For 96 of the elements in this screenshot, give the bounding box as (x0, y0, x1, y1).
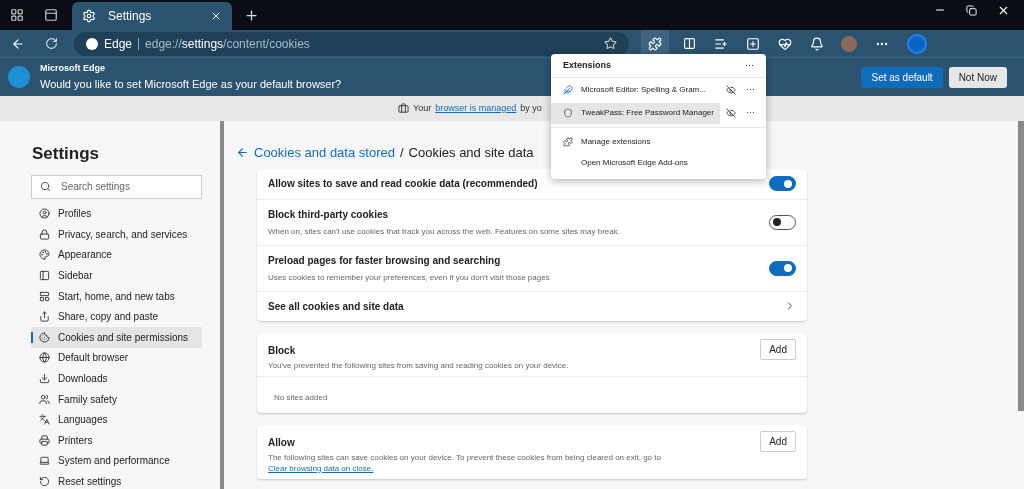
sidebar-item[interactable]: Reset settings (31, 471, 202, 489)
collections-icon[interactable] (746, 36, 760, 51)
section-title: Block (268, 343, 297, 358)
sidebar-item-icon (39, 455, 50, 467)
close-icon[interactable] (210, 10, 222, 22)
scrollbar-icon[interactable] (220, 121, 224, 489)
sidebar-item-icon (39, 476, 50, 487)
site-label: Edge (104, 35, 133, 53)
favorite-star-icon[interactable] (604, 37, 617, 50)
infobar-title: Microsoft Edge (40, 62, 105, 75)
more-options-button[interactable]: ··· (746, 106, 755, 120)
browser-essentials-icon[interactable] (778, 36, 792, 51)
scrollbar-icon[interactable] (1018, 121, 1024, 411)
sidebar-item[interactable]: Privacy, search, and services (31, 224, 202, 245)
sidebar-item-icon (39, 414, 50, 426)
sidebar-item[interactable]: Share, copy and paste (31, 306, 202, 328)
sidebar-title: Settings (32, 143, 101, 165)
sidebar-item-icon (39, 393, 50, 405)
search-field[interactable]: Search settings (31, 174, 202, 199)
menu-title: Extensions (563, 58, 611, 72)
sidebar-item[interactable]: Profiles (31, 203, 202, 225)
section-title: Allow (268, 435, 296, 450)
new-tab-icon[interactable] (244, 8, 259, 23)
section-description: The following sites can save cookies on your device. To prevent these cookies from being cleared on exit, go to Clear browsing data on close. (268, 451, 662, 474)
sidebar-item-icon (39, 208, 50, 220)
back-icon[interactable] (11, 36, 25, 51)
settings-icon (82, 9, 96, 23)
extension-icon (563, 85, 573, 95)
toggle-switch[interactable] (769, 176, 796, 191)
sidebar-item[interactable]: Default browser (31, 347, 202, 369)
sidebar-item-icon (39, 434, 50, 446)
breadcrumb-separator: / (399, 144, 404, 162)
extension-icon (563, 108, 573, 118)
search-icon (40, 181, 51, 192)
managed-text: Your (413, 101, 432, 115)
clear-data-link[interactable]: Clear browsing data on close. (268, 463, 374, 473)
page-title: Cookies and site data (408, 144, 534, 162)
notifications-icon[interactable] (810, 36, 824, 51)
back-icon[interactable] (236, 146, 249, 160)
puzzle-icon (563, 136, 573, 147)
briefcase-icon (398, 103, 409, 114)
puzzle-icon (648, 36, 662, 51)
more-options-button[interactable]: ··· (746, 83, 755, 97)
sidebar-item[interactable]: Sidebar (31, 265, 202, 286)
more-options-button[interactable]: ··· (745, 58, 754, 73)
add-button[interactable]: Add (760, 338, 796, 360)
setting-title: Block third-party cookies (268, 207, 390, 222)
sidebar-item-icon (39, 228, 50, 240)
split-screen-icon[interactable] (683, 37, 696, 50)
favorites-icon[interactable] (714, 36, 728, 51)
sidebar-item-icon (39, 290, 50, 302)
section-description: You've prevented the following sites from saving and reading cookies on your device. (268, 359, 570, 371)
sidebar-item[interactable]: System and performance (31, 450, 202, 472)
sidebar-item-icon (39, 352, 50, 364)
not-now-button[interactable]: Not Now (948, 66, 1007, 88)
managed-text: by yo (520, 101, 542, 115)
sidebar-item[interactable]: Family safety (31, 388, 202, 410)
sidebar-item[interactable]: Cookies and site permissions (31, 327, 202, 348)
tab-title: Settings (108, 8, 153, 25)
restore-icon[interactable] (966, 5, 977, 16)
breadcrumb-link[interactable]: Cookies and data stored (254, 143, 395, 163)
setting-title: Allow sites to save and read cookie data (recommended) (268, 177, 539, 191)
setting-description: Uses cookies to remember your preferences, even if you don't visit those pages (268, 271, 551, 284)
setting-title: Preload pages for faster browsing and searching (268, 253, 502, 268)
sidebar-item[interactable]: Start, home, and new tabs (31, 285, 202, 307)
workspaces-icon[interactable] (10, 8, 24, 22)
address-field[interactable]: Edge edge://settings/content/cookies (74, 31, 629, 56)
menu-item[interactable]: Manage extensions (551, 131, 766, 152)
infobar-message: Would you like to set Microsoft Edge as your default browser? (40, 76, 342, 92)
close-window-icon[interactable] (997, 4, 1010, 17)
sidebar-item[interactable]: Languages (31, 409, 202, 431)
sidebar-item-icon (39, 249, 50, 261)
url-text: edge://settings/content/cookies (145, 35, 310, 53)
sidebar-item-icon (39, 373, 50, 385)
toggle-switch[interactable] (769, 214, 796, 230)
refresh-icon[interactable] (45, 37, 58, 50)
menu-item[interactable]: Open Microsoft Edge Add-ons (551, 152, 766, 173)
empty-message: No sites added (274, 392, 328, 402)
tab-actions-icon[interactable] (44, 8, 58, 22)
setting-description: When on, sites can't use cookies that track you across the web. Features on some sites may break. (268, 225, 621, 238)
sidebar-item[interactable]: Downloads (31, 368, 202, 389)
hidden-eye-icon[interactable] (726, 85, 736, 95)
add-button[interactable]: Add (760, 430, 796, 452)
hidden-eye-icon[interactable] (726, 108, 736, 118)
extension-item[interactable]: TweakPass: Free Password Manager (551, 102, 720, 124)
toggle-switch[interactable] (769, 260, 796, 276)
sidebar-item-icon (39, 331, 50, 343)
sidebar-item-icon (39, 270, 50, 282)
sidebar-item-icon (39, 311, 50, 323)
browser-tab[interactable]: Settings (72, 2, 232, 30)
sidebar-item[interactable]: Printers (31, 430, 202, 451)
extension-item[interactable]: Microsoft Editor: Spelling & Gram... (551, 79, 720, 101)
setting-title: See all cookies and site data (268, 299, 405, 314)
sidebar-item[interactable]: Appearance (31, 244, 202, 266)
set-default-button[interactable]: Set as default (861, 66, 943, 88)
managed-link[interactable]: browser is managed (435, 101, 517, 116)
